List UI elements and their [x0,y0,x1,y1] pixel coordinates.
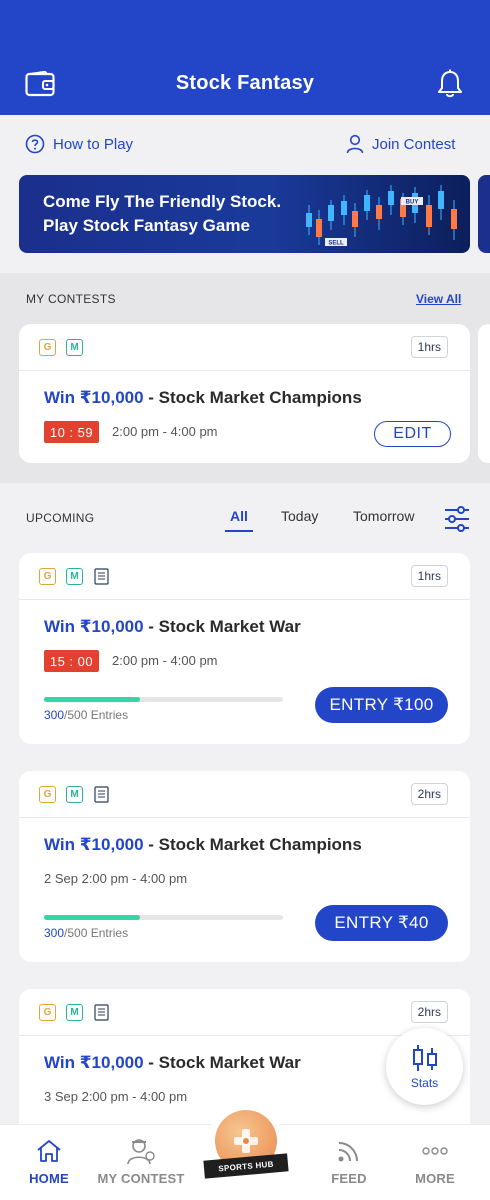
entries-count: 300/500 Entries [44,708,128,722]
candlestick-icon [412,1044,437,1071]
progress-fill [44,697,140,702]
duration-badge: 2hrs [410,783,448,805]
how-to-play-link[interactable]: How to Play [25,134,133,154]
tag-g: G [39,568,56,585]
how-to-play-label: How to Play [53,135,134,153]
next-banner-peek[interactable] [478,175,490,253]
filter-tomorrow[interactable]: Tomorrow [353,508,414,524]
contest-name: - Stock Market Champions [143,835,362,854]
user-icon [346,134,364,154]
tag-m: M [66,568,83,585]
entries-filled: 300 [44,926,65,940]
countdown-timer: 10 : 59 [44,421,99,443]
entry-button[interactable]: ENTRY ₹40 [315,905,448,941]
tag-g: G [39,339,56,356]
prize-amount: Win ₹10,000 [44,388,144,407]
upcoming-label: UPCOMING [26,511,95,525]
stats-label: Stats [410,1075,439,1090]
contest-name: - Stock Market War [143,1053,301,1072]
entries-total: /500 Entries [64,708,129,722]
filter-all[interactable]: All [230,508,248,524]
nav-feed[interactable]: FEED [330,1125,368,1200]
countdown-timer: 15 : 00 [44,650,99,672]
filter-today[interactable]: Today [281,508,318,524]
help-circle-icon [25,134,45,154]
home-icon [37,1140,61,1162]
contest-name: - Stock Market Champions [143,388,362,407]
divider [19,599,470,600]
entries-progress-bar [44,697,283,702]
nav-my-contest[interactable]: MY CONTEST [97,1125,185,1200]
time-range: 3 Sep 2:00 pm - 4:00 pm [44,1089,188,1104]
prize-amount: Win ₹10,000 [44,835,144,854]
time-range: 2:00 pm - 4:00 pm [112,653,218,668]
entry-button[interactable]: ENTRY ₹100 [315,687,448,723]
active-filter-indicator [225,530,253,532]
candlestick-chart-illustration: BUY SELL [306,185,457,247]
contest-title: Win ₹10,000 - Stock Market Champions [44,835,362,855]
entries-filled: 300 [44,708,65,722]
contest-title: Win ₹10,000 - Stock Market War [44,617,301,637]
tag-m: M [66,1004,83,1021]
join-contest-link[interactable]: Join Contest [346,134,455,154]
edit-button[interactable]: EDIT [374,421,451,447]
quick-links: How to Play Join Contest [0,115,490,175]
nav-more[interactable]: MORE [412,1125,458,1200]
next-card-peek[interactable] [478,324,490,463]
filter-sliders-icon[interactable] [444,505,470,533]
entries-count: 300/500 Entries [44,926,128,940]
time-range: 2:00 pm - 4:00 pm [112,424,218,439]
stats-button[interactable]: Stats [386,1028,463,1105]
time-range: 2 Sep 2:00 pm - 4:00 pm [44,871,188,886]
tag-m: M [66,339,83,356]
duration-badge: 1hrs [410,565,448,587]
entries-total: /500 Entries [64,926,129,940]
app-header: Stock Fantasy [0,0,490,115]
divider [19,817,470,818]
entries-progress-bar [44,915,283,920]
tag-g: G [39,786,56,803]
rss-feed-icon [338,1142,358,1162]
nav-home[interactable]: HOME [20,1125,78,1200]
prize-amount: Win ₹10,000 [44,1053,144,1072]
document-icon [94,568,109,585]
my-contests-label: MY CONTESTS [26,292,116,306]
progress-fill [44,915,140,920]
document-icon [94,1004,109,1021]
more-dots-icon [422,1147,448,1155]
nav-my-contest-label: MY CONTEST [97,1171,185,1186]
upcoming-card-1[interactable]: G M 1hrs Win ₹10,000 - Stock Market War … [19,553,470,744]
tag-g: G [39,1004,56,1021]
nav-more-label: MORE [415,1171,455,1186]
my-contest-card[interactable]: G M 1hrs Win ₹10,000 - Stock Market Cham… [19,324,470,463]
duration-badge: 2hrs [410,1001,448,1023]
upcoming-card-2[interactable]: G M 2hrs Win ₹10,000 - Stock Market Cham… [19,771,470,962]
contest-title: Win ₹10,000 - Stock Market Champions [44,388,362,408]
join-contest-label: Join Contest [372,135,456,153]
tag-m: M [66,786,83,803]
page-title: Stock Fantasy [175,72,315,94]
divider [19,370,470,371]
prize-amount: Win ₹10,000 [44,617,144,636]
view-all-link[interactable]: View All [416,292,461,306]
gamepad-icon [234,1129,258,1153]
bell-icon[interactable] [437,69,463,99]
promo-banner[interactable]: Come Fly The Friendly Stock. Play Stock … [19,175,470,253]
nav-feed-label: FEED [331,1171,367,1186]
duration-badge: 1hrs [410,336,448,358]
banner-buy-label: BUY [406,200,419,206]
contest-title: Win ₹10,000 - Stock Market War [44,1053,301,1073]
banner-line-1: Come Fly The Friendly Stock. [43,192,282,211]
contest-name: - Stock Market War [143,617,301,636]
nav-home-label: HOME [29,1171,69,1186]
document-icon [94,786,109,803]
banner-sell-label: SELL [328,241,344,247]
banner-line-2: Play Stock Fantasy Game [43,216,250,235]
contest-user-icon [127,1139,155,1165]
